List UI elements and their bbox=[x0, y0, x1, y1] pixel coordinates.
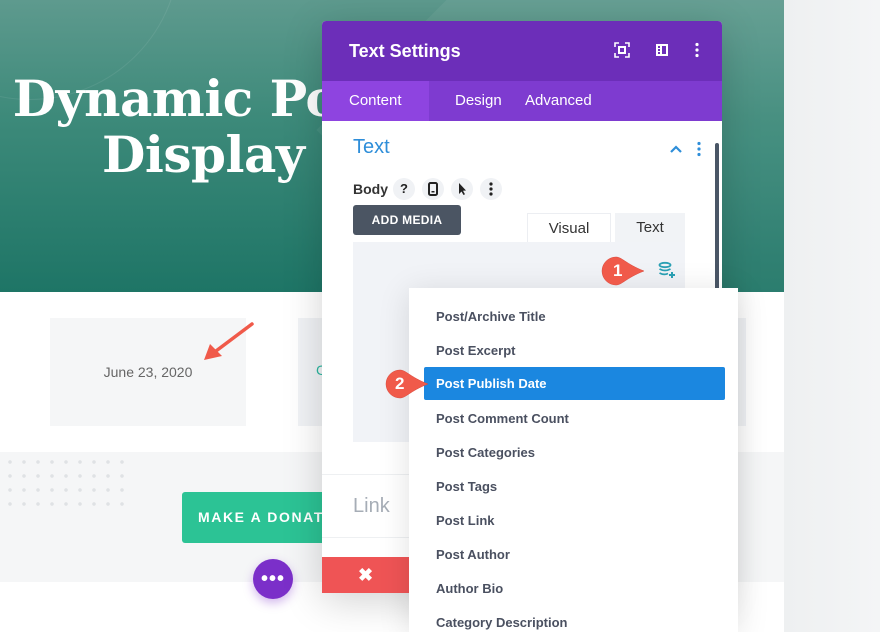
dropdown-item-category-description[interactable]: Category Description bbox=[424, 606, 725, 632]
section-more-icon[interactable] bbox=[696, 141, 702, 157]
right-gutter bbox=[784, 0, 880, 632]
fullscreen-icon[interactable] bbox=[613, 41, 631, 59]
make-donation-button[interactable]: MAKE A DONATI bbox=[182, 492, 342, 543]
chevron-up-icon[interactable] bbox=[670, 143, 682, 155]
annotation-number-1: 1 bbox=[613, 261, 623, 280]
dropdown-item-post-author[interactable]: Post Author bbox=[424, 538, 725, 571]
dropdown-item-post-comment-count[interactable]: Post Comment Count bbox=[424, 402, 725, 435]
dropdown-item-post-publish-date[interactable]: Post Publish Date bbox=[424, 367, 725, 400]
field-more-icon[interactable] bbox=[480, 178, 502, 200]
dropdown-item-post-excerpt[interactable]: Post Excerpt bbox=[424, 334, 725, 367]
discard-close-button[interactable]: ✖ bbox=[322, 557, 409, 593]
tab-design[interactable]: Design bbox=[429, 81, 525, 121]
modal-tabs: Content Design Advanced bbox=[322, 81, 722, 121]
annotation-badge-2: 2 bbox=[384, 369, 429, 399]
annotation-arrow-icon bbox=[204, 322, 254, 360]
section-title-text[interactable]: Text bbox=[353, 136, 390, 159]
tab-content[interactable]: Content bbox=[322, 81, 429, 121]
badge-pointer-icon bbox=[601, 256, 645, 286]
hero-title-line2: Display I bbox=[102, 125, 345, 184]
dropdown-item-post-archive-title[interactable]: Post/Archive Title bbox=[424, 300, 725, 333]
post-date-text: June 23, 2020 bbox=[103, 364, 193, 380]
annotation-badge-1: 1 bbox=[600, 256, 645, 286]
tab-advanced[interactable]: Advanced bbox=[525, 81, 592, 121]
editor-tab-visual[interactable]: Visual bbox=[527, 213, 611, 243]
body-field-label: Body bbox=[353, 181, 388, 197]
dropdown-item-author-bio[interactable]: Author Bio bbox=[424, 572, 725, 605]
dropdown-item-post-link[interactable]: Post Link bbox=[424, 504, 725, 537]
dynamic-content-icon[interactable] bbox=[657, 261, 677, 279]
badge-pointer-icon bbox=[385, 369, 429, 399]
dropdown-item-post-categories[interactable]: Post Categories bbox=[424, 436, 725, 469]
help-icon[interactable]: ? bbox=[393, 178, 415, 200]
dynamic-content-dropdown: Post/Archive Title Post Excerpt Post Pub… bbox=[409, 288, 738, 632]
add-media-button[interactable]: ADD MEDIA bbox=[353, 205, 461, 235]
hover-cursor-icon[interactable] bbox=[451, 178, 473, 200]
editor-tab-text[interactable]: Text bbox=[615, 213, 685, 243]
modal-title: Text Settings bbox=[349, 41, 461, 61]
annotation-number-2: 2 bbox=[395, 374, 405, 393]
dropdown-item-post-tags[interactable]: Post Tags bbox=[424, 470, 725, 503]
responsive-icon[interactable] bbox=[422, 178, 444, 200]
dot-pattern bbox=[0, 452, 130, 512]
split-view-icon[interactable] bbox=[653, 41, 671, 59]
more-options-icon[interactable] bbox=[688, 41, 706, 59]
builder-options-fab[interactable]: ••• bbox=[253, 559, 293, 599]
page: r Dynamic Po Display I June 23, 2020 C M… bbox=[0, 0, 880, 632]
link-section-title: Link bbox=[353, 495, 390, 517]
modal-header[interactable]: Text Settings bbox=[322, 21, 722, 81]
hero-title-line1: r Dynamic Po bbox=[0, 69, 339, 128]
